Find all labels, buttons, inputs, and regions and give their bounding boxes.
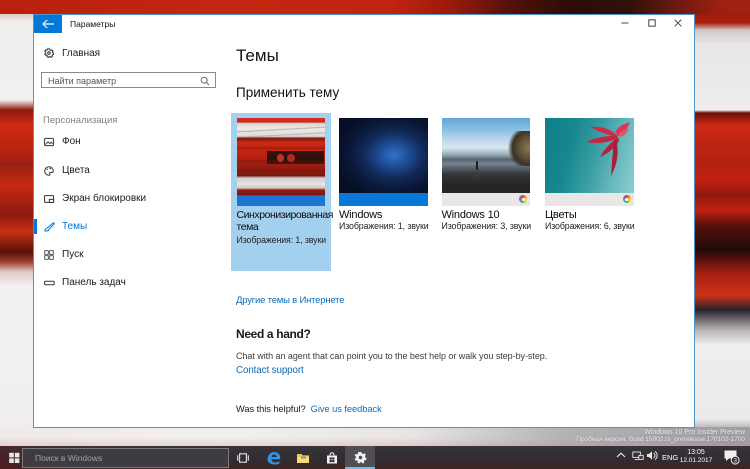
svg-text:3: 3 — [733, 458, 737, 465]
